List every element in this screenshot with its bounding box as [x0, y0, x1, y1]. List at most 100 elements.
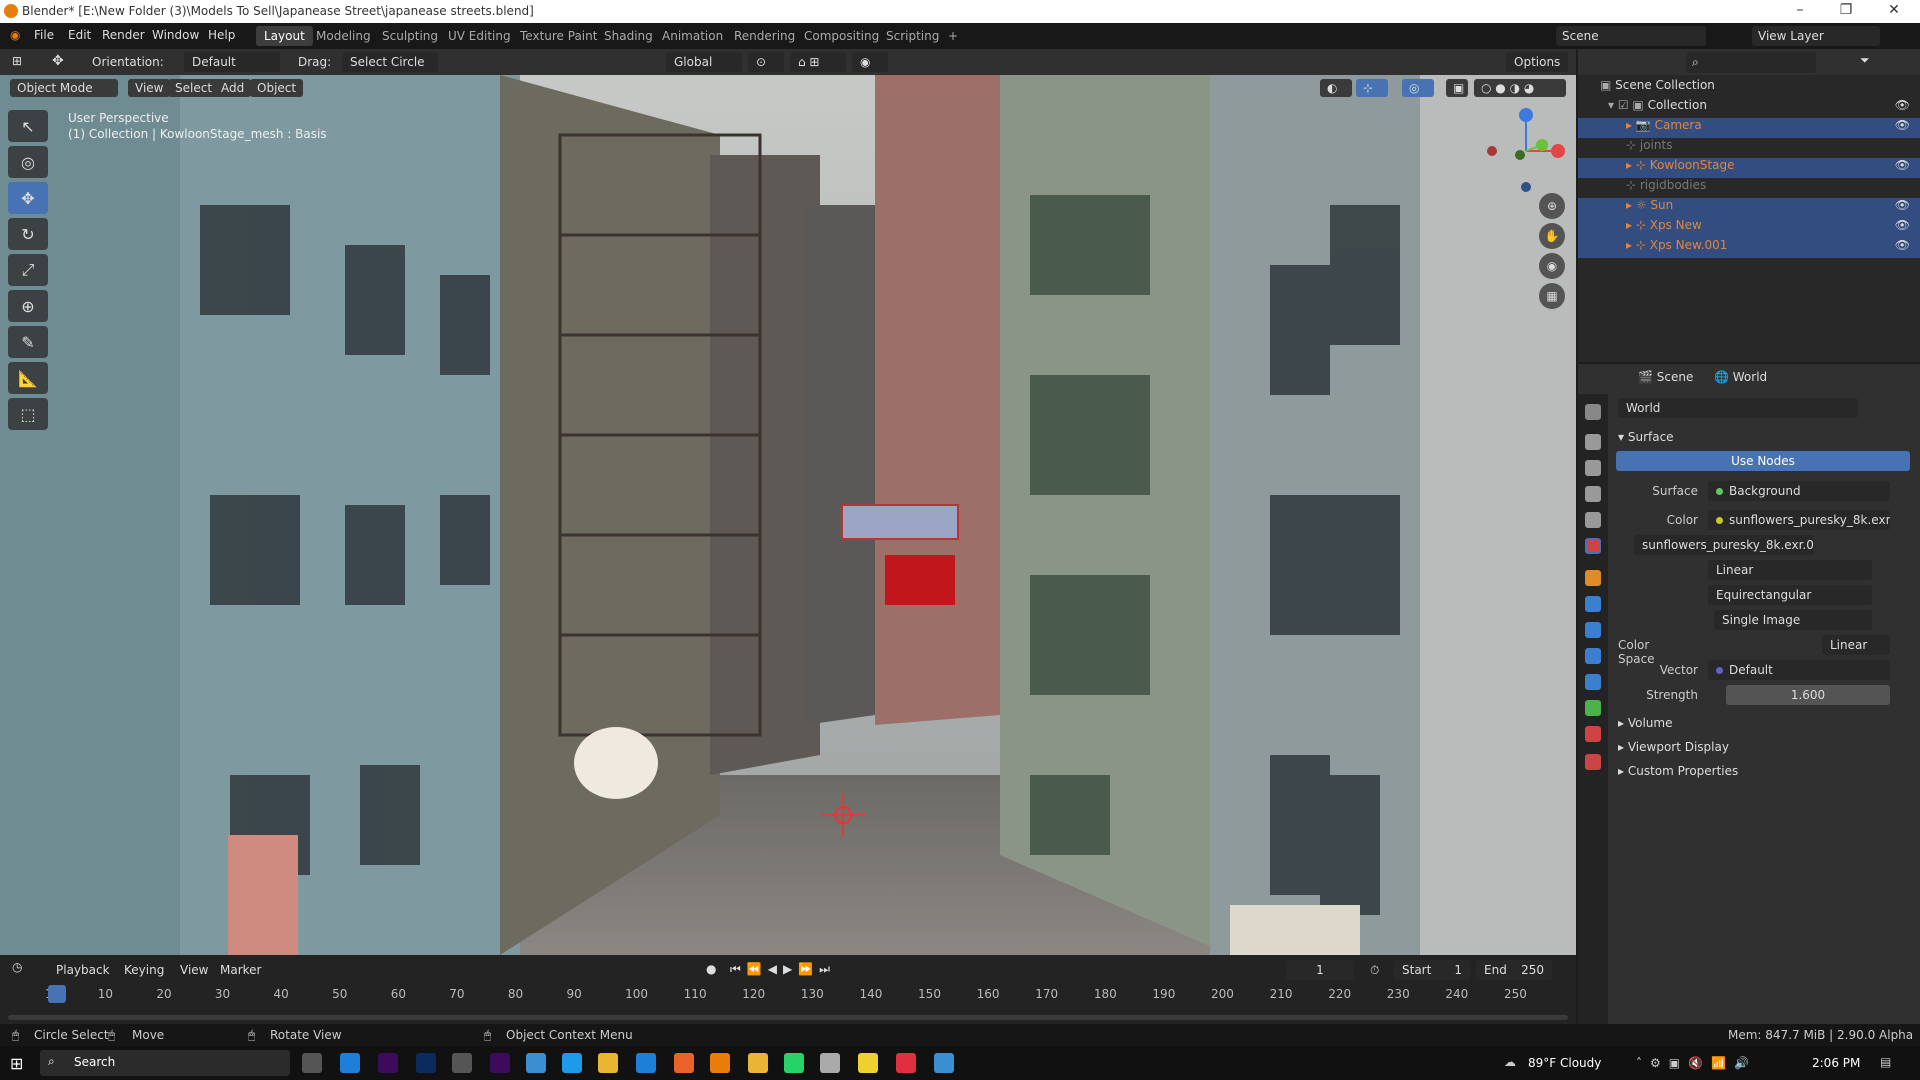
photoshop-icon[interactable]: [416, 1053, 436, 1073]
taskbar-app-icon[interactable]: [526, 1053, 546, 1073]
physics-tab-icon[interactable]: [1585, 648, 1601, 664]
end-frame-field[interactable]: End 250: [1476, 960, 1552, 980]
viewport-object-menu[interactable]: Object: [250, 79, 304, 97]
close-icon[interactable]: ✕: [1874, 2, 1914, 18]
shading-mode-icons[interactable]: ○ ● ◑ ◕: [1474, 79, 1566, 97]
texture-tab-icon[interactable]: [1585, 754, 1601, 770]
navigation-gizmo[interactable]: [1484, 105, 1574, 195]
timeline-view-menu[interactable]: View: [172, 960, 216, 980]
xray-icon[interactable]: ▣: [1446, 79, 1468, 97]
edge-icon[interactable]: [562, 1053, 582, 1073]
perspective-toggle-icon[interactable]: ▦: [1539, 283, 1565, 309]
add-workspace-icon[interactable]: +: [940, 26, 966, 46]
custom-properties-panel[interactable]: ▸ Custom Properties: [1618, 764, 1738, 778]
gizmo-icon[interactable]: ⊹: [1356, 79, 1388, 97]
tab-sculpting[interactable]: Sculpting: [374, 26, 446, 46]
eye-icon[interactable]: 👁: [1895, 198, 1910, 212]
notifications-icon[interactable]: ▤: [1880, 1055, 1891, 1069]
options-dropdown[interactable]: Options: [1506, 52, 1568, 72]
source-dropdown[interactable]: Single Image: [1714, 610, 1872, 630]
menu-window[interactable]: Window: [152, 28, 199, 42]
volume-panel[interactable]: ▸ Volume: [1618, 716, 1672, 730]
outliner-scene-collection[interactable]: ▣ Scene Collection: [1578, 78, 1920, 98]
eye-icon[interactable]: 👁: [1895, 118, 1910, 132]
frame-ruler[interactable]: 1102030405060708090100110120130140150160…: [0, 987, 1576, 1007]
taskbar-app-icon[interactable]: [340, 1053, 360, 1073]
move-tool-icon[interactable]: ✥: [8, 182, 48, 214]
overlay-icon[interactable]: ◎: [1402, 79, 1434, 97]
playback-menu[interactable]: Playback: [48, 960, 118, 980]
camera-view-icon[interactable]: ◉: [1539, 253, 1565, 279]
menu-edit[interactable]: Edit: [68, 28, 91, 42]
task-view-icon[interactable]: [302, 1053, 322, 1073]
viewport-select-menu[interactable]: Select: [168, 79, 220, 97]
clock-icon[interactable]: ⏱: [1370, 963, 1379, 978]
timeline-editor-icon[interactable]: ◷: [12, 960, 22, 974]
taskbar-app-icon[interactable]: [896, 1053, 916, 1073]
eye-icon[interactable]: 👁: [1895, 238, 1910, 252]
eye-icon[interactable]: 👁: [1895, 158, 1910, 172]
outliner-collection[interactable]: ▾ ☑ ▣ Collection 👁: [1578, 98, 1920, 118]
select-tool-icon[interactable]: ↖: [8, 110, 48, 142]
scale-tool-icon[interactable]: ⤢: [8, 254, 48, 286]
clock-time[interactable]: 2:06 PM: [1812, 1056, 1860, 1070]
eye-icon[interactable]: 👁: [1895, 218, 1910, 232]
taskbar-app-icon[interactable]: [452, 1053, 472, 1073]
after-effects-icon[interactable]: [490, 1053, 510, 1073]
material-tab-icon[interactable]: [1585, 726, 1601, 742]
zoom-icon[interactable]: ⊕: [1539, 193, 1565, 219]
surface-panel-header[interactable]: ▾ Surface: [1618, 430, 1674, 444]
taskbar-app-icon[interactable]: [934, 1053, 954, 1073]
firefox-icon[interactable]: [674, 1053, 694, 1073]
minimize-icon[interactable]: –: [1780, 2, 1820, 18]
tab-compositing[interactable]: Compositing: [796, 26, 887, 46]
constraints-tab-icon[interactable]: [1585, 674, 1601, 690]
blender-taskbar-icon[interactable]: [710, 1053, 730, 1073]
sticky-notes-icon[interactable]: [858, 1053, 878, 1073]
rotate-tool-icon[interactable]: ↻: [8, 218, 48, 250]
mode-dropdown[interactable]: Object Mode: [10, 79, 118, 97]
add-cube-tool-icon[interactable]: ⬚: [8, 398, 48, 430]
tab-modeling[interactable]: Modeling: [308, 26, 379, 46]
measure-tool-icon[interactable]: 📐: [8, 362, 48, 394]
viewport-display-panel[interactable]: ▸ Viewport Display: [1618, 740, 1729, 754]
viewport-view-menu[interactable]: View: [128, 79, 171, 97]
tab-world-breadcrumb[interactable]: 🌐 World: [1714, 370, 1767, 384]
tab-layout[interactable]: Layout: [256, 26, 313, 46]
taskbar-search-box[interactable]: ⌕ Search: [40, 1050, 290, 1076]
outliner-search-input[interactable]: ⌕: [1686, 52, 1816, 73]
vector-field[interactable]: Default: [1708, 660, 1890, 680]
outliner-item-xps-new[interactable]: ▸ ⊹ Xps New 👁: [1578, 218, 1920, 238]
3d-viewport[interactable]: Object Mode View Select Add Object User …: [0, 75, 1576, 955]
file-explorer-icon[interactable]: [598, 1053, 618, 1073]
tab-scene-breadcrumb[interactable]: 🎬 Scene: [1638, 370, 1693, 384]
visibility-icon[interactable]: ◐: [1320, 79, 1352, 97]
scene-selector[interactable]: Scene: [1556, 26, 1706, 46]
image-name-field[interactable]: sunflowers_puresky_8k.exr.001: [1634, 535, 1814, 555]
current-frame-field[interactable]: 1: [1286, 960, 1354, 980]
blender-menu-icon[interactable]: ◉: [10, 28, 20, 42]
proportional-edit-icon[interactable]: ◉: [852, 52, 888, 72]
menu-help[interactable]: Help: [208, 28, 235, 42]
weather-icon[interactable]: ☁: [1504, 1055, 1516, 1069]
color-node-field[interactable]: sunflowers_puresky_8k.exr...: [1708, 510, 1890, 530]
modifier-tab-icon[interactable]: [1585, 596, 1601, 612]
world-tab-icon[interactable]: [1585, 538, 1601, 554]
object-tab-icon[interactable]: [1585, 570, 1601, 586]
world-name-field[interactable]: World: [1618, 398, 1858, 418]
surface-node-field[interactable]: Background: [1708, 481, 1890, 501]
use-nodes-button[interactable]: Use Nodes: [1616, 451, 1910, 471]
outliner-item-xps-new-001[interactable]: ▸ ⊹ Xps New.001 👁: [1578, 238, 1920, 258]
start-frame-field[interactable]: Start 1: [1394, 960, 1470, 980]
tab-uv-editing[interactable]: UV Editing: [440, 26, 519, 46]
weather-text[interactable]: 89°F Cloudy: [1528, 1056, 1601, 1070]
whatsapp-icon[interactable]: [784, 1053, 804, 1073]
menu-file[interactable]: File: [34, 28, 54, 42]
after-effects-icon[interactable]: [378, 1053, 398, 1073]
transform-tool-icon[interactable]: ⊕: [8, 290, 48, 322]
orientation-dropdown[interactable]: Default: [184, 52, 280, 72]
viewport-add-menu[interactable]: Add: [214, 79, 252, 97]
playback-controls[interactable]: ⏮⏪◀▶⏩⏭: [730, 962, 836, 977]
tab-rendering[interactable]: Rendering: [726, 26, 803, 46]
tab-texture-paint[interactable]: Texture Paint: [512, 26, 605, 46]
